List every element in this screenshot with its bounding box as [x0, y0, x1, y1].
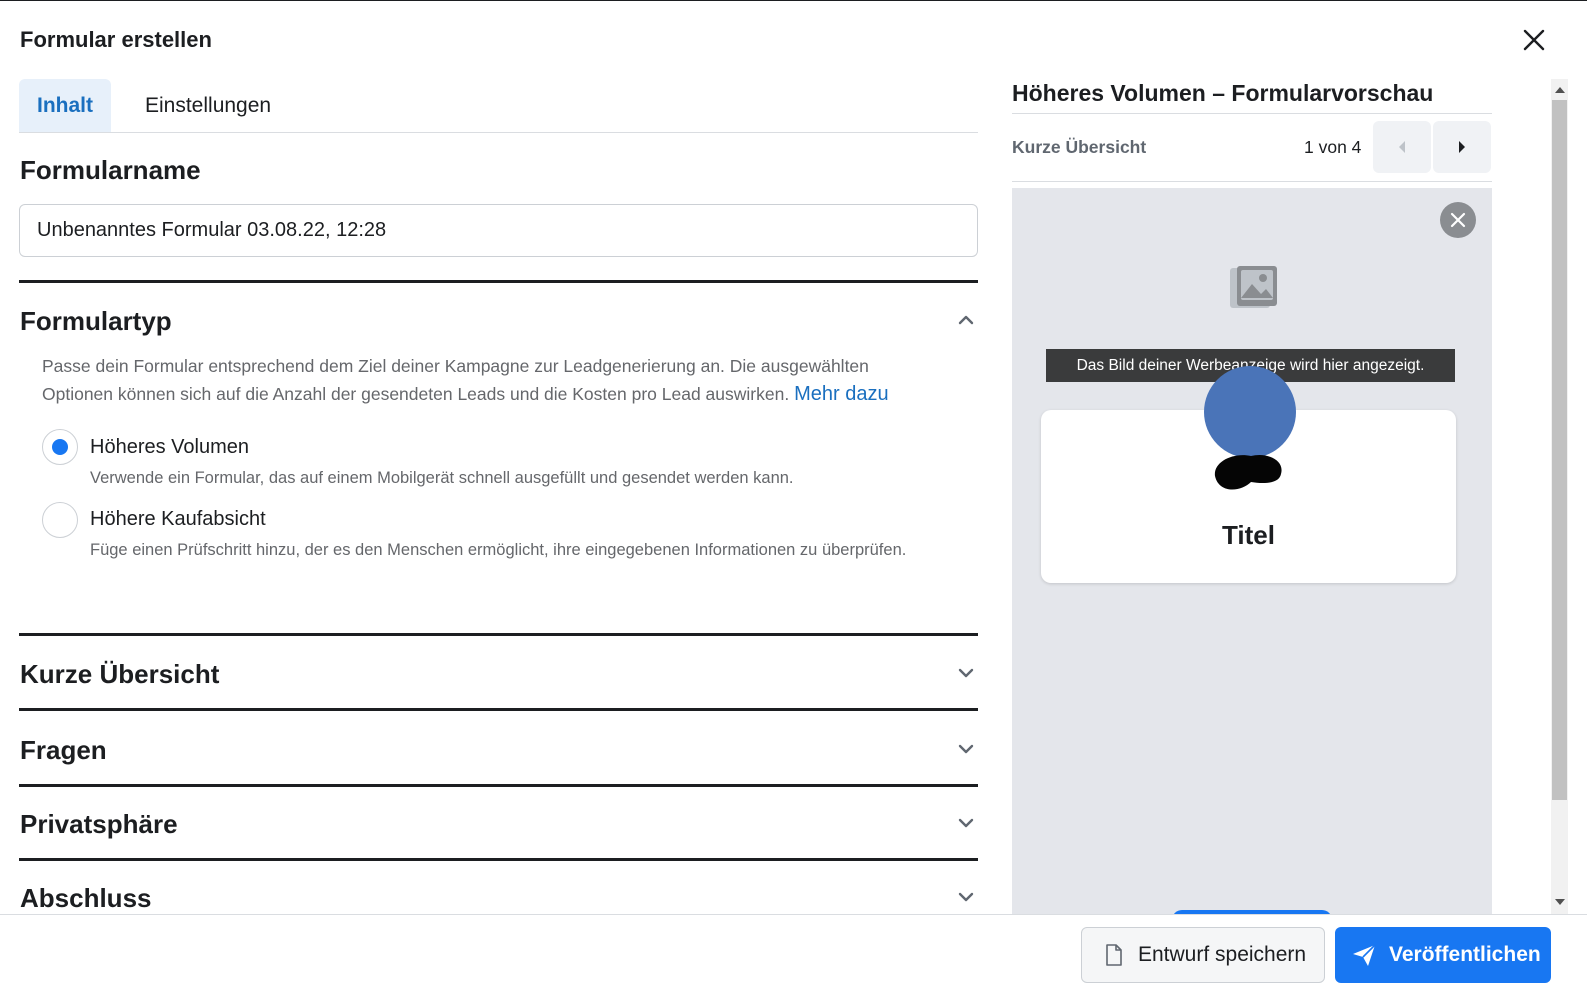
chevron-down-icon[interactable]: [955, 738, 977, 760]
avatar: [1204, 366, 1296, 458]
radio-sub-higher-volume: Verwende ein Formular, das auf einem Mob…: [90, 469, 794, 487]
form-type-description-text: Passe dein Formular entsprechend dem Zie…: [42, 356, 869, 404]
image-icon: [1230, 266, 1277, 308]
preview-divider: [1012, 181, 1492, 182]
document-icon: [1106, 944, 1122, 966]
radio-label-higher-intent[interactable]: Höhere Kaufabsicht: [90, 508, 266, 531]
preview-card-title: Titel: [1222, 520, 1275, 550]
tab-einstellungen[interactable]: Einstellungen: [127, 79, 289, 132]
divider: [19, 858, 978, 861]
close-icon: [1450, 212, 1466, 228]
publish-button[interactable]: Veröffentlichen: [1335, 927, 1551, 983]
form-type-heading[interactable]: Formulartyp: [20, 306, 172, 337]
footer-divider: [0, 914, 1587, 915]
section-kurze-uebersicht[interactable]: Kurze Übersicht: [20, 659, 219, 690]
section-fragen[interactable]: Fragen: [20, 735, 107, 766]
section-privatsphaere[interactable]: Privatsphäre: [20, 809, 178, 840]
caret-right-icon: [1459, 141, 1465, 153]
chevron-up-icon[interactable]: [955, 309, 977, 331]
caret-left-icon: [1399, 141, 1405, 153]
tab-inhalt[interactable]: Inhalt: [19, 79, 111, 132]
radio-label-higher-volume[interactable]: Höheres Volumen: [90, 436, 249, 459]
save-draft-label: Entwurf speichern: [1138, 943, 1307, 966]
section-abschluss[interactable]: Abschluss: [20, 883, 152, 914]
divider: [19, 784, 978, 787]
publish-label: Veröffentlichen: [1389, 943, 1541, 966]
paper-plane-icon: [1353, 944, 1376, 966]
learn-more-link[interactable]: Mehr dazu: [794, 383, 889, 405]
tab-bar: Inhalt Einstellungen: [19, 79, 978, 133]
scroll-down-icon[interactable]: [1555, 898, 1565, 906]
chevron-down-icon[interactable]: [955, 886, 977, 908]
scroll-up-icon[interactable]: [1555, 86, 1565, 94]
scrollbar-thumb[interactable]: [1552, 100, 1567, 800]
radio-higher-intent[interactable]: [42, 502, 78, 538]
preview-prev-button[interactable]: [1373, 121, 1431, 173]
preview-title: Höheres Volumen – Formularvorschau: [1012, 80, 1434, 106]
form-name-input[interactable]: Unbenanntes Formular 03.08.22, 12:28: [19, 204, 978, 257]
form-type-description: Passe dein Formular entsprechend dem Zie…: [42, 352, 942, 408]
form-name-heading: Formularname: [20, 155, 201, 185]
radio-sub-higher-intent: Füge einen Prüfschritt hinzu, der es den…: [90, 541, 907, 559]
radio-higher-volume[interactable]: [42, 429, 78, 465]
preview-close-button[interactable]: [1440, 202, 1476, 238]
redaction-mark: [1214, 454, 1282, 490]
modal-title: Formular erstellen: [20, 27, 212, 52]
top-border: [0, 0, 1587, 1]
divider: [19, 708, 978, 711]
preview-divider: [1012, 113, 1492, 114]
divider: [19, 280, 978, 283]
divider: [19, 633, 978, 636]
chevron-down-icon[interactable]: [955, 662, 977, 684]
preview-canvas: Das Bild deiner Werbeanzeige wird hier a…: [1012, 188, 1492, 915]
save-draft-button[interactable]: Entwurf speichern: [1081, 927, 1325, 983]
preview-next-button[interactable]: [1433, 121, 1491, 173]
preview-step-label: Kurze Übersicht: [1012, 137, 1147, 157]
close-icon[interactable]: [1520, 26, 1548, 54]
preview-page-counter: 1 von 4: [1304, 137, 1362, 157]
chevron-down-icon[interactable]: [955, 812, 977, 834]
